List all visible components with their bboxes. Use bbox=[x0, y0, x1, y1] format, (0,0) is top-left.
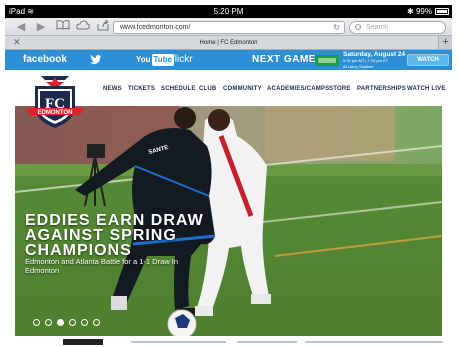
address-bar[interactable]: www.fcedmonton.com/ ↻ bbox=[113, 21, 345, 34]
flickr-link[interactable]: flickr bbox=[172, 50, 193, 70]
search-icon bbox=[355, 24, 361, 30]
nav-academies-camps[interactable]: ACADEMIES/CAMPS bbox=[267, 86, 329, 92]
footer-divider bbox=[237, 341, 297, 343]
fc-edmonton-logo[interactable]: FC EDMONTON bbox=[24, 74, 86, 130]
nav-schedule[interactable]: SCHEDULE bbox=[161, 86, 196, 92]
nav-community[interactable]: COMMUNITY bbox=[223, 86, 262, 92]
reload-icon[interactable]: ↻ bbox=[333, 22, 340, 33]
back-icon[interactable]: ◀ bbox=[13, 20, 29, 34]
hero-headline[interactable]: EDDIES EARN DRAW AGAINST SPRING CHAMPION… bbox=[25, 212, 204, 259]
slide-dot-active[interactable] bbox=[57, 319, 64, 326]
battery-icon bbox=[435, 8, 449, 15]
slide-dot[interactable] bbox=[45, 319, 52, 326]
bluetooth-icon: ✱ bbox=[407, 7, 414, 16]
hero-slideshow[interactable]: SANTE EDDIES EARN DRAW AGAINST SPRING CH… bbox=[15, 106, 442, 336]
search-input[interactable]: Search bbox=[349, 21, 446, 34]
nav-partnerships[interactable]: PARTNERSHIPS bbox=[357, 86, 406, 92]
headline-line-2: AGAINST SPRING bbox=[25, 227, 177, 244]
nav-store[interactable]: STORE bbox=[329, 86, 351, 92]
facebook-link[interactable]: facebook bbox=[23, 50, 67, 70]
slide-dot[interactable] bbox=[81, 319, 88, 326]
slide-dot[interactable] bbox=[33, 319, 40, 326]
footer-divider bbox=[305, 341, 443, 343]
next-game-label: NEXT GAME : bbox=[252, 54, 324, 65]
new-tab-button[interactable]: + bbox=[438, 36, 452, 49]
battery-percent: 99% bbox=[415, 7, 432, 16]
youtube-tube-text: Tube bbox=[151, 54, 175, 66]
youtube-link[interactable]: You Tube bbox=[136, 54, 175, 66]
nav-tickets[interactable]: TICKETS bbox=[128, 86, 155, 92]
opponent-flag-icon bbox=[315, 55, 339, 66]
clock: 5:20 PM bbox=[213, 7, 244, 16]
nav-watch-live[interactable]: WATCH LIVE bbox=[407, 86, 446, 92]
share-icon[interactable] bbox=[95, 19, 111, 34]
slide-dot[interactable] bbox=[69, 319, 76, 326]
footer-divider bbox=[131, 341, 226, 343]
battery-label: ✱ 99% bbox=[407, 5, 432, 18]
nav-club[interactable]: CLUB bbox=[199, 86, 216, 92]
tab-bar: ✕ Home | FC Edmonton + bbox=[5, 36, 452, 50]
url-text: www.fcedmonton.com/ bbox=[120, 24, 191, 31]
hero-subtitle: Edmonton and Atlanta Battle for a 1-1 Dr… bbox=[25, 257, 179, 275]
icloud-tabs-icon[interactable] bbox=[75, 20, 91, 34]
footer-tab bbox=[63, 339, 103, 345]
ipad-screen: iPad ≋ 5:20 PM ✱ 99% ◀ ▶ www.fcedmonton.… bbox=[0, 0, 459, 347]
page-footer-strip bbox=[5, 336, 452, 347]
tab-title[interactable]: Home | FC Edmonton bbox=[5, 36, 452, 50]
nav-news[interactable]: NEWS bbox=[103, 86, 122, 92]
bookmarks-icon[interactable] bbox=[55, 20, 71, 34]
logo-edmonton-text: EDMONTON bbox=[38, 110, 73, 116]
status-bar: iPad ≋ 5:20 PM ✱ 99% bbox=[5, 5, 452, 18]
social-bar: facebook You Tube flickr NEXT GAME : Satu… bbox=[5, 50, 452, 70]
slide-dot[interactable] bbox=[93, 319, 100, 326]
twitter-icon[interactable] bbox=[89, 51, 101, 71]
headline-line-1: EDDIES EARN DRAW bbox=[25, 212, 204, 229]
watch-button[interactable]: WATCH bbox=[407, 54, 449, 66]
headline-line-3: CHAMPIONS bbox=[25, 242, 132, 259]
search-placeholder: Search bbox=[366, 24, 389, 31]
game-info: Saturday, August 24 5:30 pm MT | 7:30 pm… bbox=[343, 51, 405, 70]
youtube-text: You bbox=[136, 55, 151, 64]
forward-icon[interactable]: ▶ bbox=[33, 20, 49, 34]
browser-toolbar: ◀ ▶ www.fcedmonton.com/ ↻ Search bbox=[5, 18, 452, 36]
